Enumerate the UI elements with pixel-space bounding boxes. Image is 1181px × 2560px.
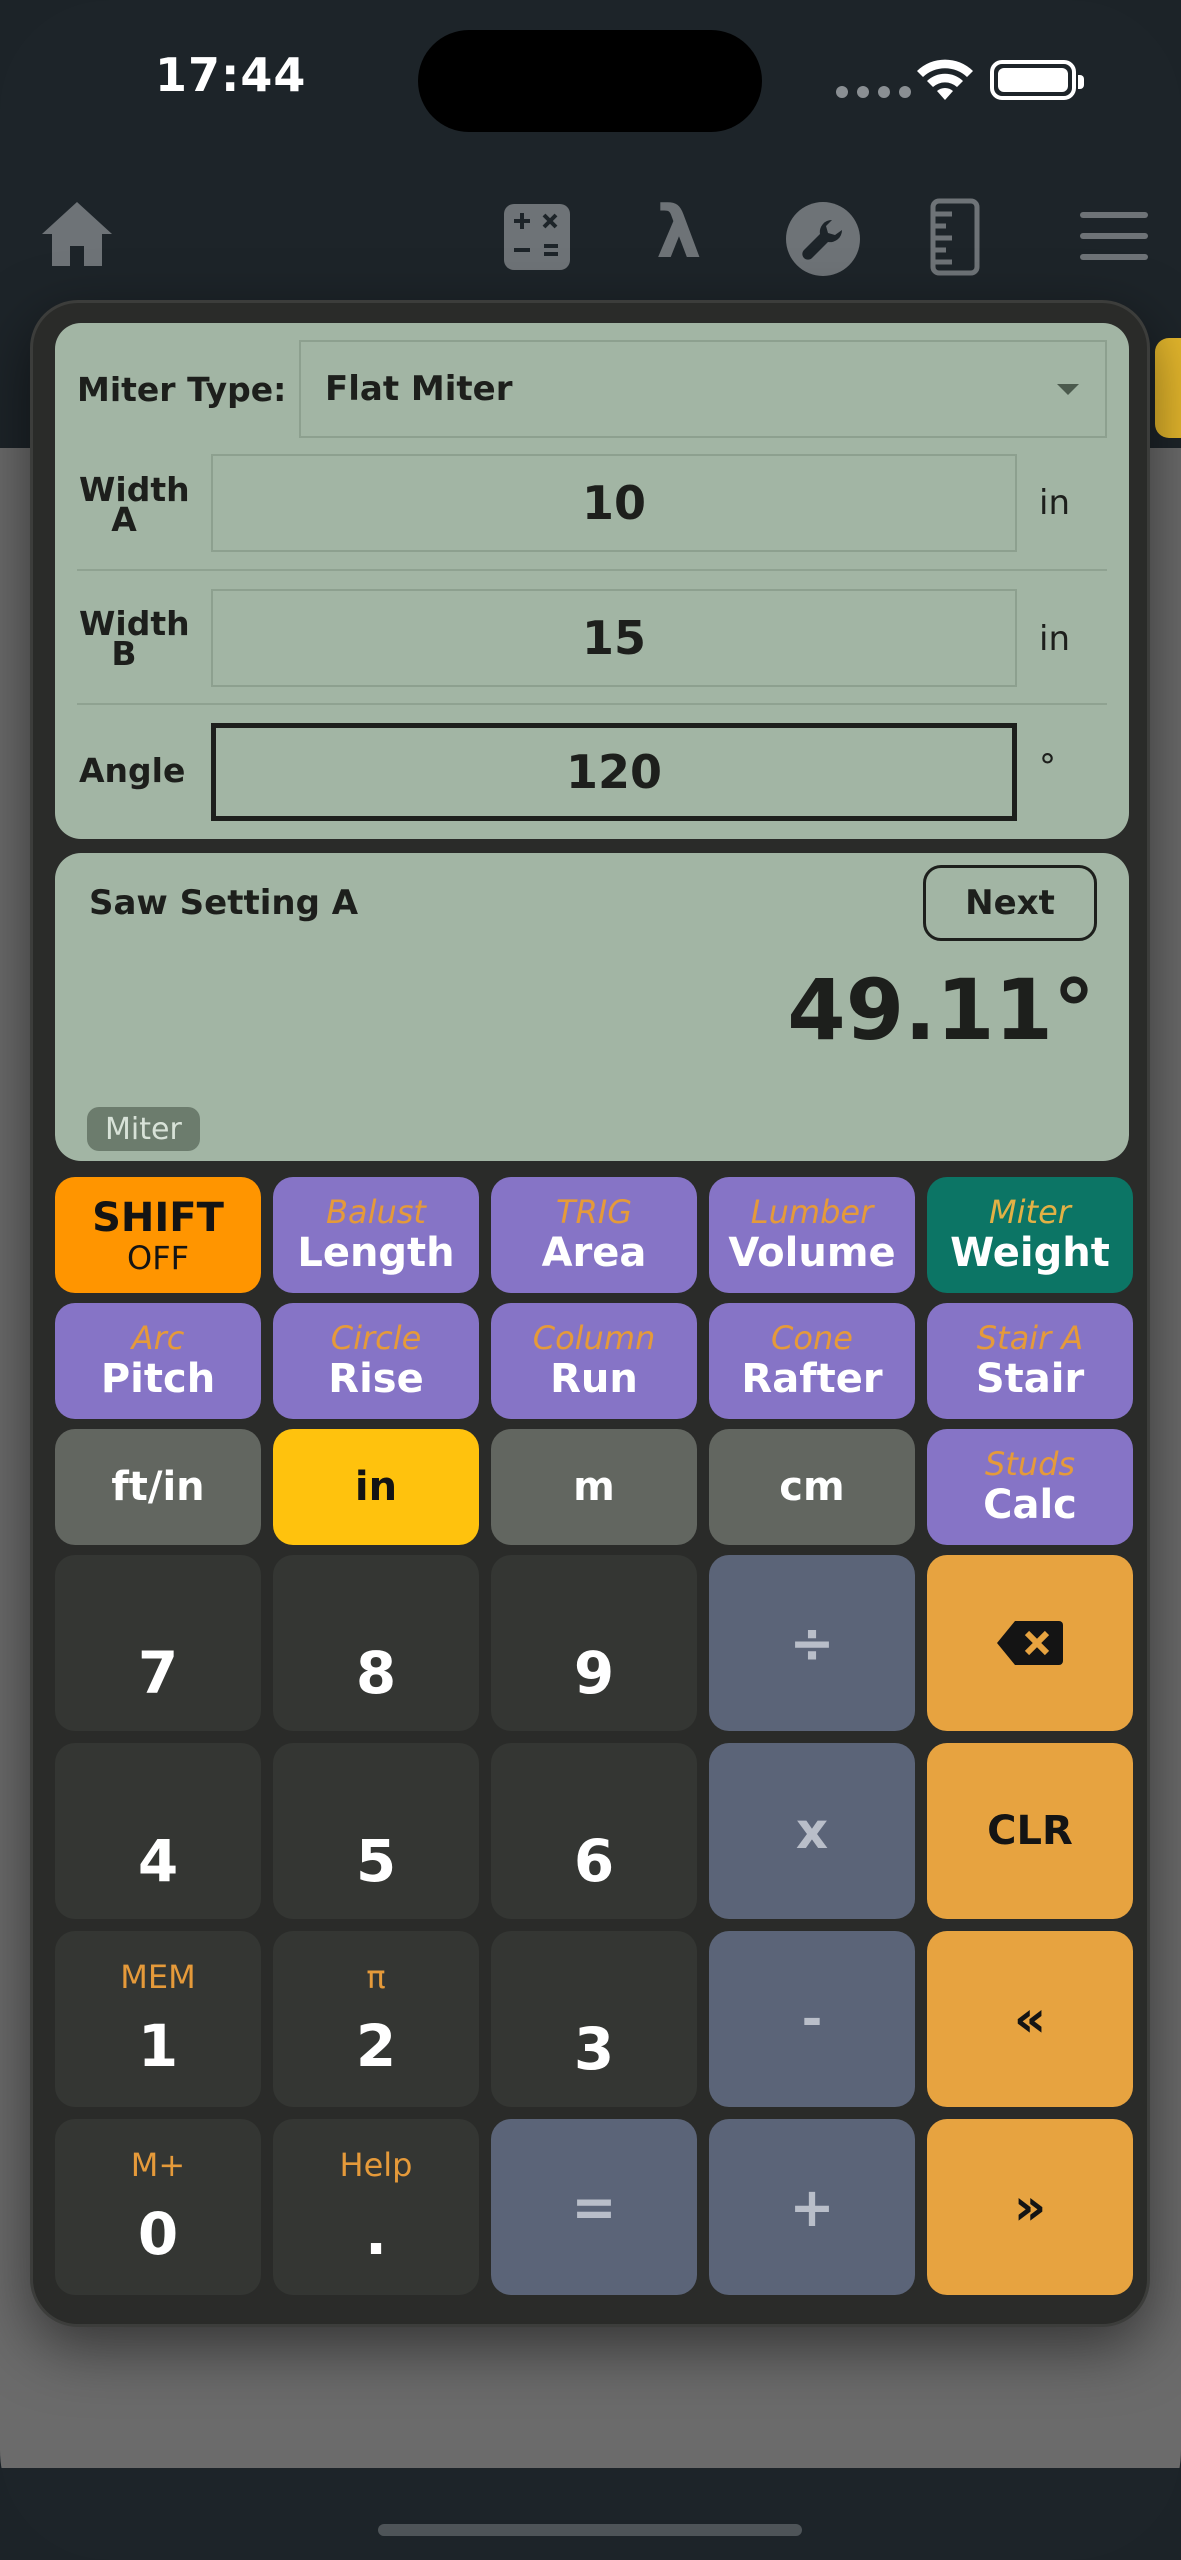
- background-tab: [1155, 338, 1181, 438]
- in-unit-key[interactable]: in: [273, 1429, 479, 1545]
- shift-key[interactable]: SHIFT OFF: [55, 1177, 261, 1293]
- calculator-sheet: Miter Type: Flat Miter Width A 10 in Widt…: [30, 300, 1150, 2327]
- result-title: Saw Setting A: [89, 883, 359, 923]
- minus-key[interactable]: -: [709, 1931, 915, 2107]
- clear-key[interactable]: CLR: [927, 1743, 1133, 1919]
- weight-key[interactable]: Miter Weight: [927, 1177, 1133, 1293]
- next-button[interactable]: Next: [923, 865, 1097, 941]
- digit-8-key[interactable]: 8: [273, 1555, 479, 1731]
- miter-type-value: Flat Miter: [325, 369, 513, 409]
- miter-type-select[interactable]: Flat Miter: [299, 340, 1107, 438]
- volume-key[interactable]: Lumber Volume: [709, 1177, 915, 1293]
- calc-key[interactable]: Studs Calc: [927, 1429, 1133, 1545]
- divide-key[interactable]: ÷: [709, 1555, 915, 1731]
- next-key[interactable]: »: [927, 2119, 1133, 2295]
- calculator-icon[interactable]: [504, 204, 570, 270]
- ruler-icon[interactable]: [930, 198, 980, 276]
- lambda-icon[interactable]: λ: [656, 190, 702, 274]
- mode-badge: Miter: [87, 1107, 200, 1151]
- ft-in-unit-key[interactable]: ft/in: [55, 1429, 261, 1545]
- digit-7-key[interactable]: 7: [55, 1555, 261, 1731]
- menu-icon[interactable]: [1080, 212, 1148, 260]
- home-indicator[interactable]: [378, 2524, 802, 2536]
- width-a-label: Width A: [79, 470, 190, 539]
- area-key[interactable]: TRIG Area: [491, 1177, 697, 1293]
- width-a-input[interactable]: 10: [211, 454, 1017, 552]
- wifi-icon: [917, 59, 973, 100]
- rafter-key[interactable]: Cone Rafter: [709, 1303, 915, 1419]
- backspace-icon: [997, 1621, 1063, 1665]
- m-unit-key[interactable]: m: [491, 1429, 697, 1545]
- backspace-key[interactable]: [927, 1555, 1133, 1731]
- digit-2-key[interactable]: π 2: [273, 1931, 479, 2107]
- divider: [77, 703, 1107, 705]
- width-b-unit: in: [1039, 619, 1070, 659]
- cm-unit-key[interactable]: cm: [709, 1429, 915, 1545]
- angle-label: Angle: [79, 751, 186, 790]
- battery-icon: [990, 60, 1084, 100]
- width-b-input[interactable]: 15: [211, 589, 1017, 687]
- phone-screen: 17:44 λ Miter Type: Flat Miter Width A 1…: [0, 0, 1181, 2560]
- equals-key[interactable]: =: [491, 2119, 697, 2295]
- dynamic-island: [418, 30, 762, 132]
- digit-9-key[interactable]: 9: [491, 1555, 697, 1731]
- digit-6-key[interactable]: 6: [491, 1743, 697, 1919]
- angle-unit: °: [1039, 747, 1056, 787]
- decimal-key[interactable]: Help .: [273, 2119, 479, 2295]
- previous-key[interactable]: «: [927, 1931, 1133, 2107]
- status-time: 17:44: [155, 48, 307, 102]
- digit-0-key[interactable]: M+ 0: [55, 2119, 261, 2295]
- digit-3-key[interactable]: 3: [491, 1931, 697, 2107]
- cellular-signal-icon: [836, 86, 911, 98]
- angle-input[interactable]: 120: [211, 723, 1017, 821]
- run-key[interactable]: Column Run: [491, 1303, 697, 1419]
- result-value: 49.11°: [787, 961, 1095, 1059]
- divider: [77, 569, 1107, 571]
- home-icon[interactable]: [40, 200, 114, 268]
- pitch-key[interactable]: Arc Pitch: [55, 1303, 261, 1419]
- digit-5-key[interactable]: 5: [273, 1743, 479, 1919]
- rise-key[interactable]: Circle Rise: [273, 1303, 479, 1419]
- chevron-down-icon: [1057, 384, 1079, 395]
- result-panel: Saw Setting A Next 49.11° Miter: [55, 853, 1129, 1161]
- stair-key[interactable]: Stair A Stair: [927, 1303, 1133, 1419]
- digit-4-key[interactable]: 4: [55, 1743, 261, 1919]
- plus-key[interactable]: +: [709, 2119, 915, 2295]
- length-key[interactable]: Balust Length: [273, 1177, 479, 1293]
- wrench-icon[interactable]: [786, 202, 860, 276]
- miter-type-label: Miter Type:: [77, 370, 287, 409]
- digit-1-key[interactable]: MEM 1: [55, 1931, 261, 2107]
- input-panel: Miter Type: Flat Miter Width A 10 in Widt…: [55, 323, 1129, 839]
- width-b-label: Width B: [79, 604, 190, 673]
- width-a-unit: in: [1039, 483, 1070, 523]
- multiply-key[interactable]: x: [709, 1743, 915, 1919]
